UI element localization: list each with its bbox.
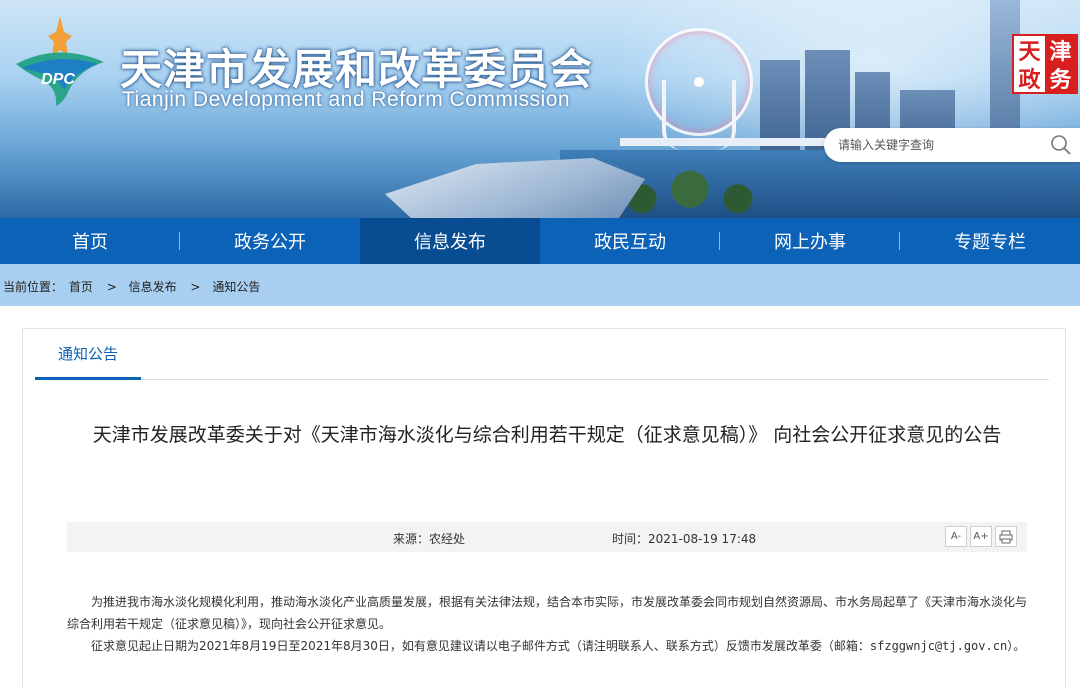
breadcrumb-separator: > xyxy=(106,280,117,294)
article-time: 时间：2021-08-19 17:48 xyxy=(612,532,757,546)
banner-museum-roof xyxy=(385,158,645,218)
nav-item-label: 专题专栏 xyxy=(954,232,1026,253)
seal-char: 政 xyxy=(1018,67,1041,93)
main-nav: 首页 政务公开 信息发布 政民互动 网上办事 专题专栏 xyxy=(0,218,1080,264)
font-larger-button[interactable]: A+ xyxy=(970,526,992,547)
breadcrumb-prefix: 当前位置： xyxy=(3,280,64,294)
nav-item-label: 政务公开 xyxy=(234,232,306,253)
print-button[interactable] xyxy=(995,526,1017,547)
nav-item-special-topics[interactable]: 专题专栏 xyxy=(900,218,1080,264)
paragraph-text: ）。 xyxy=(1007,639,1026,653)
search-box xyxy=(824,128,1080,162)
breadcrumb: 当前位置： 首页 > 信息发布 > 通知公告 xyxy=(3,278,262,295)
nav-item-home[interactable]: 首页 xyxy=(0,218,180,264)
nav-item-label: 信息发布 xyxy=(414,232,486,253)
article-meta-bar: 来源：农经处 时间：2021-08-19 17:48 A- A+ xyxy=(67,522,1027,552)
dpc-logo-icon[interactable]: DPC xyxy=(8,12,108,108)
nav-item-online-services[interactable]: 网上办事 xyxy=(720,218,900,264)
nav-item-government-affairs[interactable]: 政务公开 xyxy=(180,218,360,264)
font-smaller-button[interactable]: A- xyxy=(945,526,967,547)
site-title-english: Tianjin Development and Reform Commissio… xyxy=(122,88,571,111)
header-banner: DPC 天津市发展和改革委员会 Tianjin Development and … xyxy=(0,0,1080,218)
search-input[interactable] xyxy=(838,134,1038,156)
nav-item-label: 网上办事 xyxy=(774,232,846,253)
print-icon xyxy=(999,530,1013,543)
breadcrumb-link-notices[interactable]: 通知公告 xyxy=(212,280,260,294)
search-icon[interactable] xyxy=(1049,133,1073,157)
breadcrumb-link-news[interactable]: 信息发布 xyxy=(129,280,177,294)
government-seal-badge[interactable]: 天 津 政 务 xyxy=(1012,34,1078,94)
paragraph-text: 征求意见起止日期为2021年8月19日至2021年8月30日，如有意见建议请以电… xyxy=(91,639,870,653)
content-panel: 通知公告 天津市发展改革委关于对《天津市海水淡化与综合利用若干规定（征求意见稿）… xyxy=(22,328,1066,687)
nav-item-news-release[interactable]: 信息发布 xyxy=(360,218,540,264)
breadcrumb-link-home[interactable]: 首页 xyxy=(69,280,93,294)
article-title: 天津市发展改革委关于对《天津市海水淡化与综合利用若干规定（征求意见稿）》 向社会… xyxy=(92,424,1002,446)
seal-char: 津 xyxy=(1045,36,1076,65)
breadcrumb-separator: > xyxy=(190,280,201,294)
article-paragraph: 征求意见起止日期为2021年8月19日至2021年8月30日，如有意见建议请以电… xyxy=(67,635,1029,657)
article-body: 为推进我市海水淡化规模化利用，推动海水淡化产业高质量发展，根据有关法律法规，结合… xyxy=(67,591,1029,657)
svg-text:DPC: DPC xyxy=(41,71,75,88)
article-source: 来源：农经处 xyxy=(393,532,466,546)
nav-item-interaction[interactable]: 政民互动 xyxy=(540,218,720,264)
seal-char: 天 xyxy=(1018,39,1041,65)
nav-item-label: 首页 xyxy=(72,232,108,253)
breadcrumb-bar: 当前位置： 首页 > 信息发布 > 通知公告 xyxy=(0,264,1080,306)
nav-item-label: 政民互动 xyxy=(594,232,666,253)
feedback-email-link[interactable]: sfzggwnjc@tj.gov.cn xyxy=(870,639,1007,653)
panel-tabs: 通知公告 xyxy=(35,329,1049,380)
article-paragraph: 为推进我市海水淡化规模化利用，推动海水淡化产业高质量发展，根据有关法律法规，结合… xyxy=(67,595,1028,631)
tab-notices[interactable]: 通知公告 xyxy=(35,329,141,380)
seal-char: 务 xyxy=(1045,64,1076,93)
